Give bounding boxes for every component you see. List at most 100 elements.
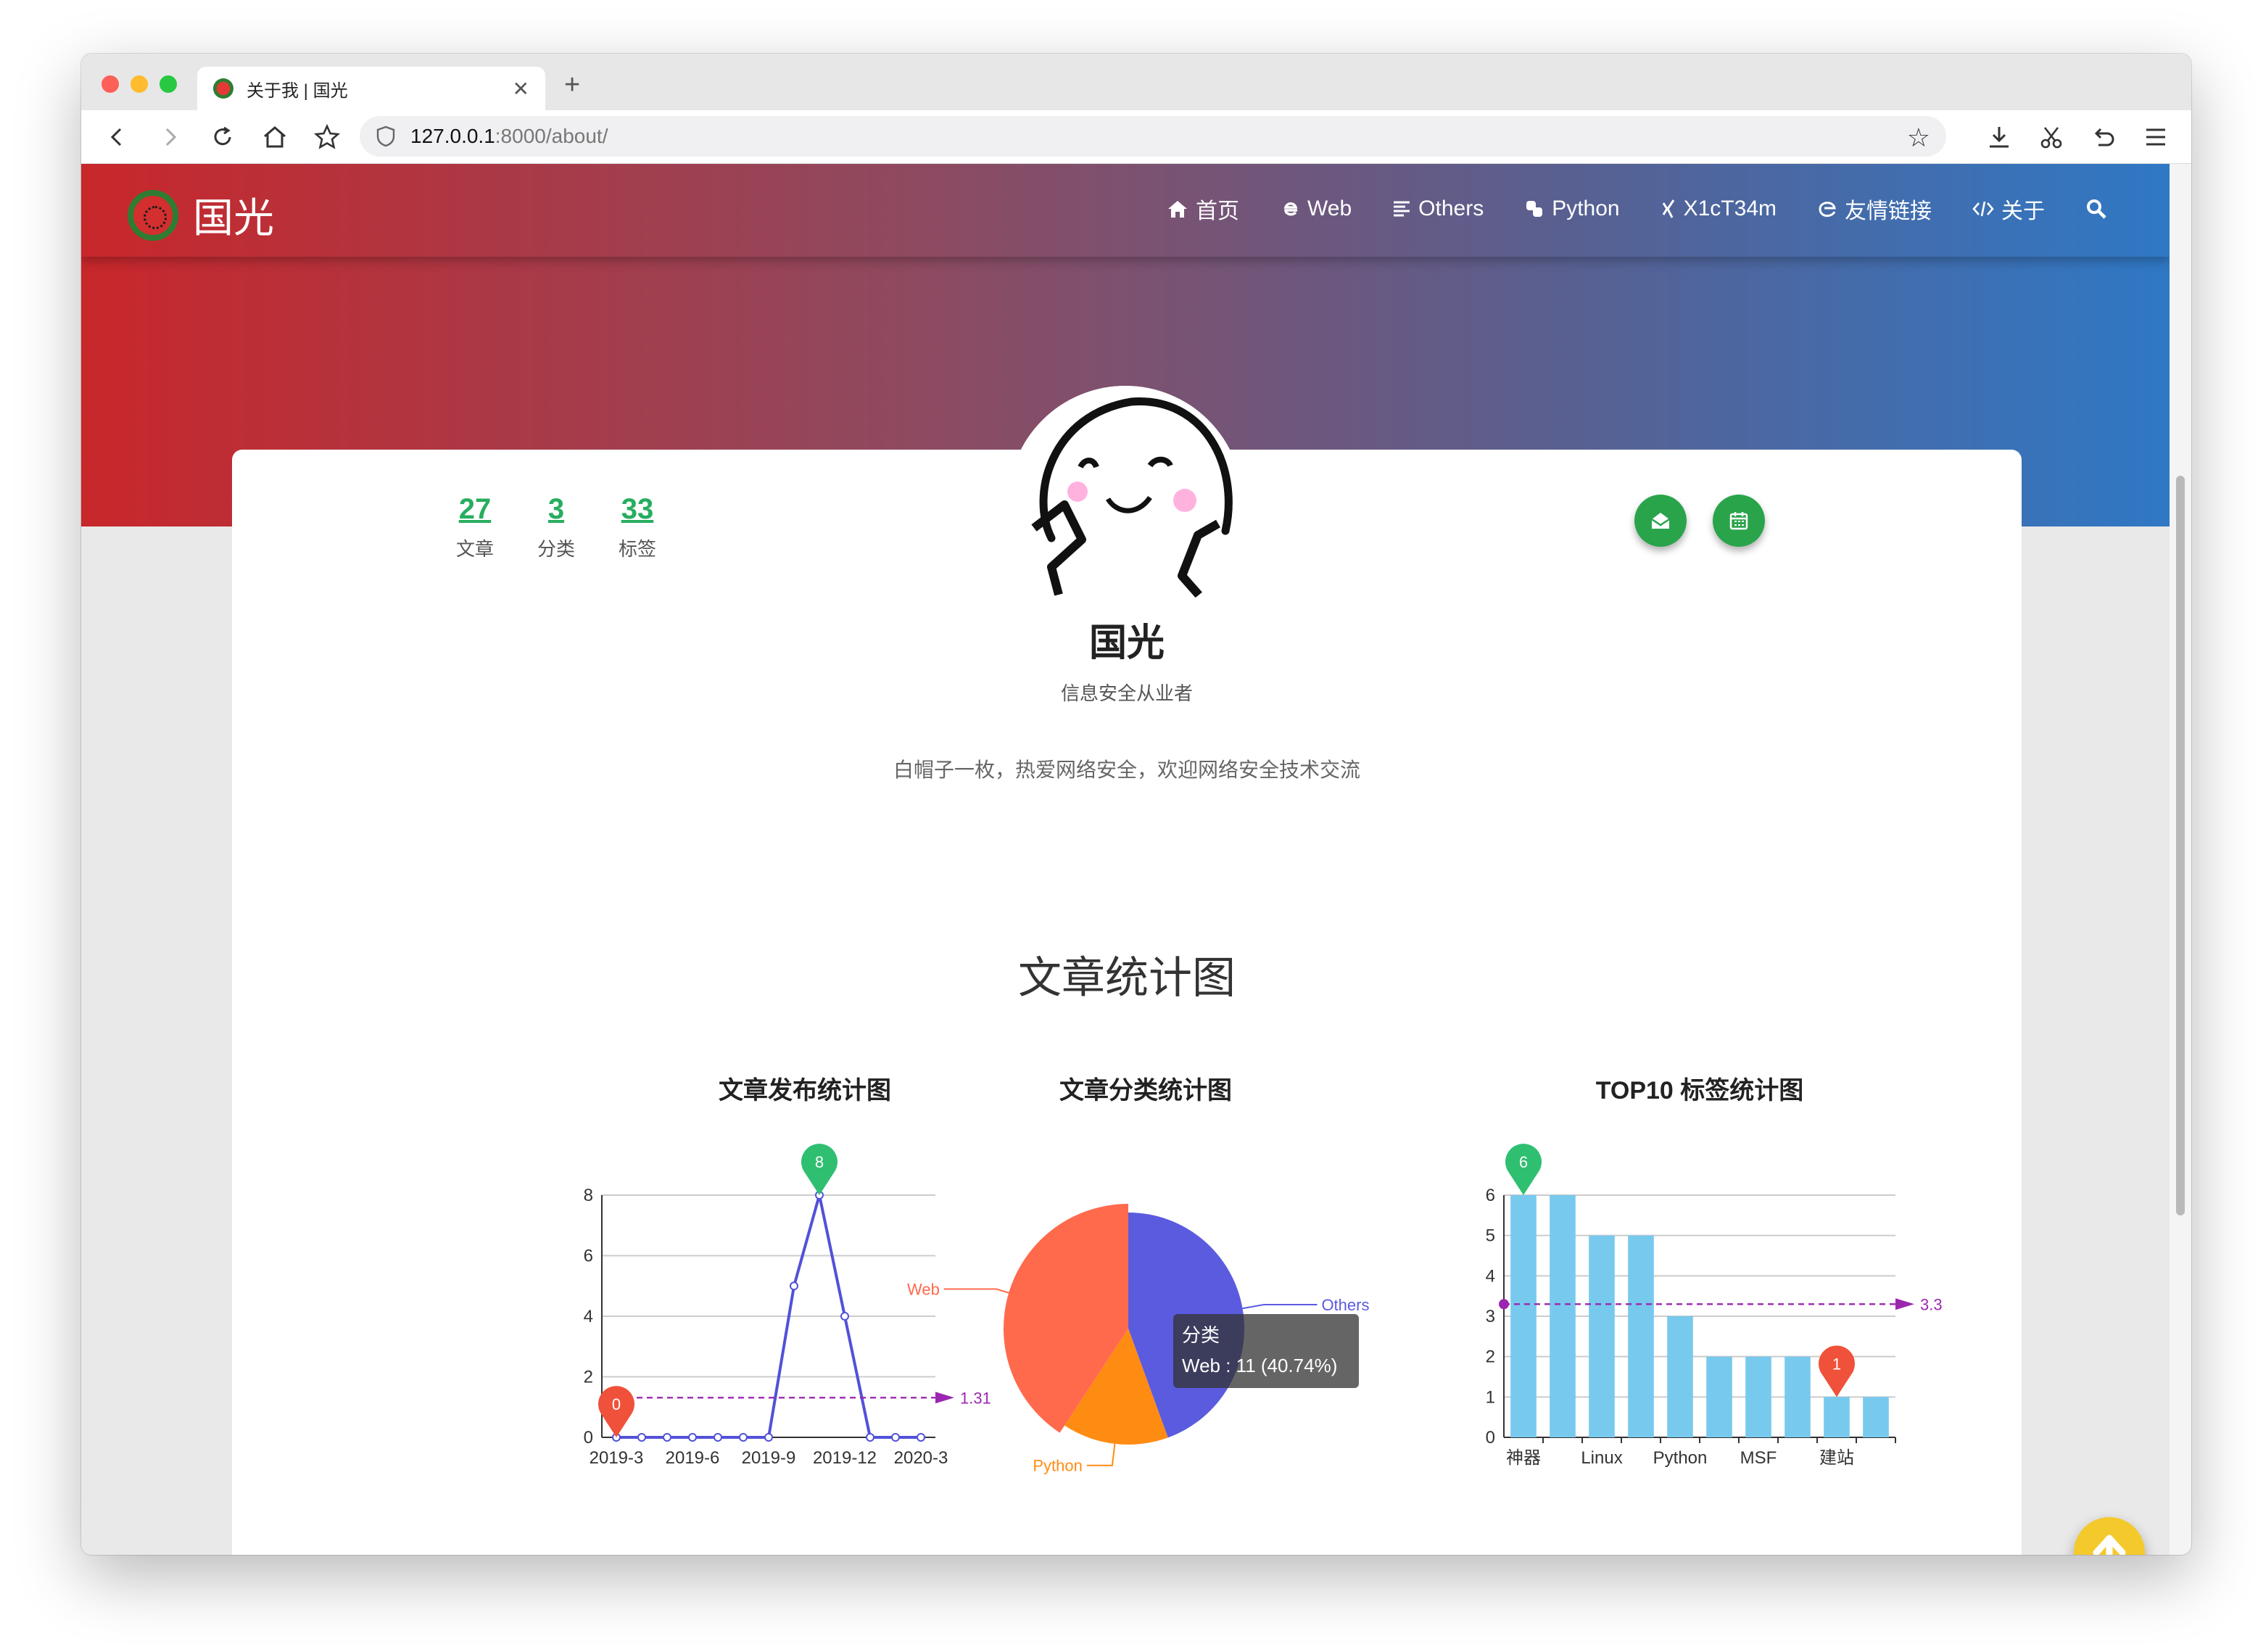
close-tab-icon[interactable]: ✕ (513, 77, 529, 101)
nav-label: Others (1418, 197, 1484, 220)
close-window-button[interactable] (102, 75, 119, 93)
data-point (790, 1281, 798, 1291)
bar (1628, 1235, 1654, 1437)
tooltip-text: Web : 11 (40.74%) (1182, 1355, 1337, 1376)
section-title: 文章统计图 (1018, 954, 1236, 1002)
slice-label: Python (1033, 1457, 1083, 1475)
edge-icon (1819, 202, 1836, 217)
watermelon-logo-icon (128, 189, 178, 241)
envelope-open-icon (1651, 513, 1670, 529)
tab-title: 关于我 | 国光 (247, 80, 348, 101)
nav-label: X1cT34m (1683, 197, 1777, 220)
maximize-window-button[interactable] (160, 75, 177, 93)
undo-close-button[interactable] (2087, 120, 2120, 154)
browser-tab[interactable]: 关于我 | 国光 ✕ (197, 67, 545, 110)
shield-icon (376, 125, 395, 147)
x-tick-label: Linux (1581, 1448, 1622, 1468)
reload-button[interactable] (206, 120, 239, 154)
max-marker: 8 (801, 1144, 838, 1195)
bar (1667, 1316, 1693, 1437)
url-path: :8000/about/ (495, 125, 608, 147)
page-star-icon[interactable]: ☆ (1907, 123, 1930, 153)
browser-toolbar: 127.0.0.1:8000/about/ ☆ (81, 110, 2191, 164)
calendar-button[interactable] (1713, 495, 1765, 547)
stat-tags[interactable]: 33 标签 (612, 493, 663, 561)
y-tick-label: 5 (1486, 1226, 1495, 1246)
y-tick-label: 3 (1486, 1307, 1495, 1326)
nav-item-home[interactable]: 首页 (1167, 193, 1239, 225)
bookmark-star-button[interactable] (310, 120, 344, 154)
tab-strip: 关于我 | 国光 ✕ + (81, 54, 2191, 110)
stat-number[interactable]: 27 (450, 493, 500, 526)
nav-item-others[interactable]: Others (1392, 193, 1484, 225)
url-host: 127.0.0.1 (410, 125, 495, 147)
address-bar[interactable]: 127.0.0.1:8000/about/ ☆ (360, 116, 1946, 157)
bar (1745, 1356, 1771, 1437)
brand-name: 国光 (193, 195, 274, 241)
data-point (663, 1433, 671, 1442)
stat-label: 分类 (537, 538, 575, 560)
back-to-top-button[interactable] (2074, 1517, 2145, 1555)
menu-button[interactable] (2139, 120, 2172, 154)
python-icon (1526, 201, 1543, 217)
download-button[interactable] (1982, 120, 2016, 154)
nav-search-button[interactable] (2085, 193, 2107, 225)
search-icon (2087, 199, 2106, 219)
pie-tooltip: 分类 Web : 11 (40.74%) (1173, 1314, 1359, 1388)
nav-item-about[interactable]: 关于 (1972, 193, 2045, 225)
nav-label: 友情链接 (1845, 199, 1932, 223)
home-button[interactable] (258, 120, 291, 154)
stat-number[interactable]: 33 (612, 493, 663, 526)
marker-label: 6 (1519, 1153, 1528, 1171)
screenshot-button[interactable] (2035, 120, 2068, 154)
brand[interactable]: 国光 (128, 186, 274, 244)
y-tick-label: 0 (1486, 1428, 1495, 1447)
nav-item-x1ct34m[interactable]: X1cT34m (1661, 193, 1777, 225)
x-tick-label: 建站 (1819, 1448, 1854, 1468)
window-controls (102, 75, 177, 93)
stat-articles[interactable]: 27 文章 (450, 493, 500, 561)
stat-label: 文章 (455, 538, 494, 560)
scrollbar-thumb[interactable] (2176, 476, 2185, 1215)
nav-item-web[interactable]: Web (1280, 193, 1352, 225)
pie-chart-svg[interactable]: Others Python Web 分类 Web : 11 (40.74%) (870, 1099, 1421, 1477)
marker-label: 0 (612, 1395, 621, 1413)
data-point (840, 1312, 849, 1321)
marker-label: 8 (815, 1153, 824, 1171)
minimize-window-button[interactable] (131, 75, 148, 93)
arrow-up-icon (2093, 1535, 2126, 1555)
stat-number[interactable]: 3 (531, 493, 582, 526)
bar-chart-svg[interactable]: 0 1 2 3 4 5 6 神器 Linux Python MSF 建站 3.3 6 1 (1424, 1099, 1975, 1477)
email-button[interactable] (1634, 495, 1687, 547)
new-tab-button[interactable]: + (564, 70, 580, 101)
nav-item-python[interactable]: Python (1524, 193, 1620, 225)
stat-label: 标签 (618, 538, 656, 560)
bar (1706, 1356, 1732, 1437)
code-icon (1972, 201, 1994, 217)
y-tick-label: 6 (1486, 1186, 1495, 1205)
avatar[interactable] (1008, 386, 1243, 621)
y-tick-label: 2 (584, 1368, 593, 1387)
site-navbar: 国光 首页 Web Others Python X1cT34m 友情链接 关于 (81, 164, 2170, 257)
bar (1785, 1356, 1811, 1437)
bar (1589, 1235, 1615, 1437)
stat-categories[interactable]: 3 分类 (531, 493, 582, 561)
x-tick-label: Python (1653, 1448, 1708, 1468)
page-scrollbar[interactable] (2170, 164, 2191, 1555)
data-point (714, 1433, 722, 1442)
slice-label: Others (1321, 1296, 1369, 1314)
ie-icon (1283, 202, 1298, 216)
data-point (688, 1433, 697, 1442)
slice-label: Web (907, 1281, 940, 1299)
back-button[interactable] (100, 120, 133, 154)
page-viewport: 国光 首页 Web Others Python X1cT34m 友情链接 关于 … (81, 164, 2170, 1555)
nav-item-friends[interactable]: 友情链接 (1817, 193, 1932, 225)
bar (1824, 1397, 1850, 1437)
site-favicon-icon (213, 78, 233, 99)
y-tick-label: 6 (584, 1247, 593, 1266)
forward-button[interactable] (154, 120, 187, 154)
tooltip-title: 分类 (1182, 1324, 1220, 1346)
average-arrow (1895, 1298, 1914, 1310)
min-marker: 1 (1819, 1345, 1855, 1397)
profile-actions (1634, 495, 1765, 547)
